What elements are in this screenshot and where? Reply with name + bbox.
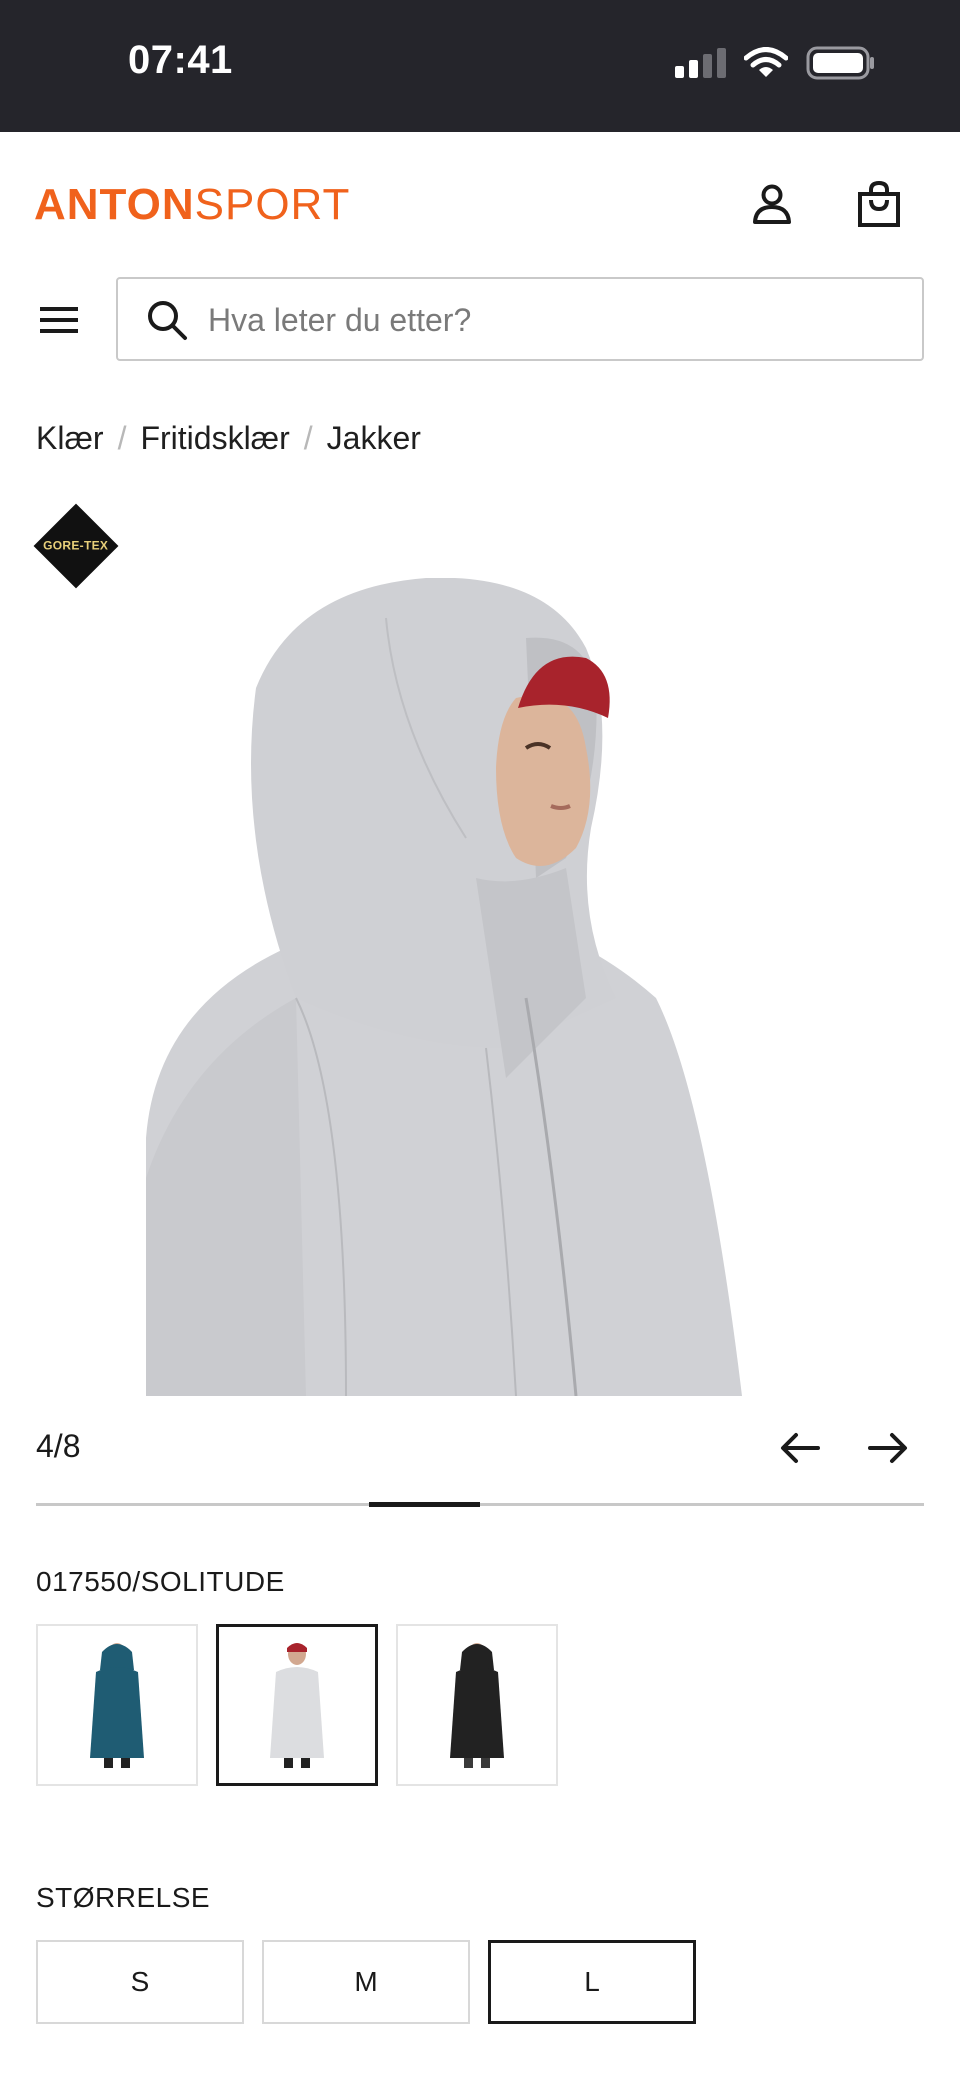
product-photo-hooded-jacket: [146, 578, 742, 1396]
swatch-jacket-image: [90, 1643, 144, 1768]
arrow-right-icon[interactable]: [866, 1428, 910, 1468]
swatch-jacket-image: [450, 1643, 504, 1768]
goretex-badge: GORE-TEX: [33, 503, 119, 589]
status-bar: 07:41: [0, 0, 960, 132]
status-icons: [675, 46, 876, 80]
cellular-signal-icon: [675, 48, 726, 78]
user-icon[interactable]: [748, 180, 796, 228]
hamburger-menu-icon[interactable]: [40, 304, 80, 336]
size-button-s[interactable]: S: [36, 1940, 244, 2024]
breadcrumb-item-klaer[interactable]: Klær: [36, 420, 104, 457]
color-swatch-solitude[interactable]: [216, 1624, 378, 1786]
shopping-bag-icon[interactable]: [855, 180, 903, 228]
color-swatches: [36, 1624, 558, 1786]
goretex-badge-text: GORE-TEX: [43, 539, 109, 554]
size-button-l[interactable]: L: [488, 1940, 696, 2024]
size-label: STØRRELSE: [36, 1882, 211, 1913]
status-time: 07:41: [128, 38, 233, 82]
search-box[interactable]: [116, 277, 924, 361]
color-swatch-blue[interactable]: [36, 1624, 198, 1786]
gallery-progress: [36, 1502, 924, 1507]
breadcrumb-separator: /: [303, 420, 313, 456]
image-counter: 4/8: [36, 1428, 81, 1464]
search-input[interactable]: [206, 279, 910, 361]
anton-sport-logo[interactable]: ANTONSPORT: [34, 180, 350, 230]
arrow-left-icon[interactable]: [778, 1428, 822, 1468]
breadcrumb-item-jakker[interactable]: Jakker: [327, 420, 421, 457]
variant-code: 017550/SOLITUDE: [36, 1566, 285, 1597]
logo-part-1: ANTON: [34, 180, 195, 229]
breadcrumb-item-fritidsklaer[interactable]: Fritidsklær: [140, 420, 289, 457]
breadcrumb-separator: /: [117, 420, 127, 456]
wifi-icon: [744, 47, 788, 77]
product-image[interactable]: [146, 578, 742, 1396]
breadcrumb: Klær / Fritidsklær / Jakker: [36, 420, 421, 457]
size-options: S M L: [36, 1940, 696, 2024]
size-button-m[interactable]: M: [262, 1940, 470, 2024]
search-icon: [148, 301, 187, 340]
logo-part-2: SPORT: [194, 180, 351, 229]
battery-icon: [806, 46, 874, 80]
gallery-progress-indicator: [369, 1502, 480, 1507]
color-swatch-black[interactable]: [396, 1624, 558, 1786]
swatch-jacket-image: [270, 1643, 324, 1768]
